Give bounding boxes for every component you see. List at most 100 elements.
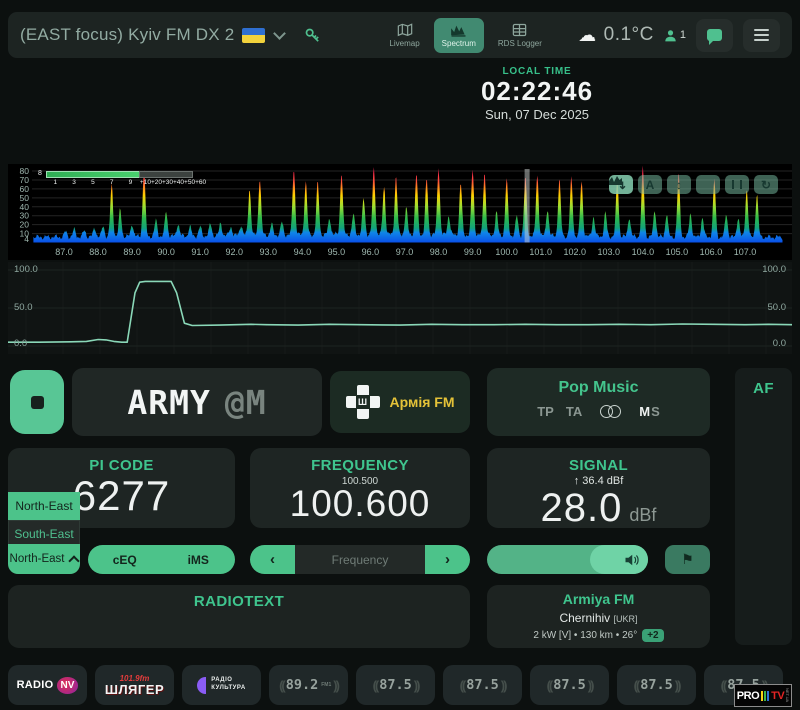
station-button-kultura[interactable]: РАДІОКУЛЬТУРА <box>182 665 261 705</box>
cloud-icon: ☁ <box>578 26 597 44</box>
chat-icon <box>707 29 722 41</box>
svg-text:104.0: 104.0 <box>632 247 655 257</box>
refresh-icon: ↻ <box>761 179 771 191</box>
frequency-value: 100.600 <box>250 485 470 524</box>
nav-rds-logger[interactable]: RDS Logger <box>490 18 550 53</box>
svg-text:101.0: 101.0 <box>529 247 552 257</box>
station-button-89-2[interactable]: ((89.2FM1)) <box>269 665 348 705</box>
flag-icon: ⚑ <box>681 551 694 568</box>
radio-nv-logo: RADIONV <box>17 677 79 694</box>
signal-unit: dBf <box>629 505 656 526</box>
pause-button[interactable] <box>725 175 749 194</box>
ta-flag: TA <box>566 404 582 419</box>
radiotext-panel: RADIOTEXT <box>8 585 470 648</box>
signal-axis-label: 100.0 <box>762 264 786 275</box>
nav-livemap-label: Livemap <box>389 39 419 48</box>
shlyager-logo: 101.9fmШЛЯГЕР <box>105 675 164 696</box>
signal-scale-legend: 8 13579+10+20+30+40+50+60 <box>38 171 194 186</box>
auto-range-button[interactable]: A <box>638 175 662 194</box>
refresh-button[interactable]: ↻ <box>754 175 778 194</box>
server-title[interactable]: (EAST focus) Kyiv FM DX 2 <box>20 25 234 45</box>
scale-green-bar <box>46 171 139 178</box>
spectrum-hold-button[interactable] <box>696 175 720 194</box>
top-right-group: ☁ 0.1°C 1 <box>578 19 780 52</box>
admin-key-button[interactable] <box>304 27 321 44</box>
volume-thumb[interactable] <box>590 545 648 574</box>
army-fm-emblem-icon: Ш <box>346 385 380 419</box>
station-info-panel: Armiya FM Chernihiv [UKR] 2 kW [V] • 130… <box>487 585 710 648</box>
chat-button[interactable] <box>696 19 733 52</box>
svg-text:88.0: 88.0 <box>89 247 107 257</box>
radio-kultura-logo: РАДІОКУЛЬТУРА <box>197 677 245 694</box>
station-button-87-5-d[interactable]: ((87.5)) <box>617 665 696 705</box>
menu-button[interactable] <box>743 19 780 52</box>
speaker-icon <box>624 553 639 567</box>
top-bar: (EAST focus) Kyiv FM DX 2 Livemap Spectr… <box>8 12 792 58</box>
svg-text:93.0: 93.0 <box>260 247 278 257</box>
station-button-87-5-b[interactable]: ((87.5)) <box>443 665 522 705</box>
report-flag-button[interactable]: ⚑ <box>665 545 710 574</box>
ms-flag-m: M <box>639 404 650 419</box>
pty-text: Pop Music <box>487 379 710 397</box>
eq-ims-toggle: cEQ iMS <box>88 545 235 574</box>
nav-rds-logger-label: RDS Logger <box>498 39 542 48</box>
stop-icon <box>31 396 44 409</box>
svg-text:105.0: 105.0 <box>666 247 689 257</box>
chevron-down-icon[interactable] <box>274 27 287 40</box>
ps-extra-text: @M <box>225 383 267 422</box>
local-clock: LOCAL TIME 02:22:46 Sun, 07 Dec 2025 <box>481 66 593 122</box>
frequency-logo: ((89.2FM1)) <box>279 677 338 693</box>
spectrum-graph[interactable]: 8070605040302010487.088.089.090.091.092.… <box>8 164 792 260</box>
antenna-select-button[interactable]: North-East <box>8 544 80 574</box>
radiotext-label: RADIOTEXT <box>8 593 470 610</box>
listener-count: 1 <box>680 29 686 41</box>
station-country: [UKR] <box>614 614 638 624</box>
nav-spectrum[interactable]: Spectrum <box>434 18 484 53</box>
tune-down-button[interactable]: ‹ <box>250 545 295 574</box>
ps-text: ARMY <box>127 383 210 422</box>
scale-grey-bar <box>139 171 193 178</box>
svg-text:90.0: 90.0 <box>157 247 175 257</box>
station-button-radio-nv[interactable]: RADIONV <box>8 665 87 705</box>
nav-livemap[interactable]: Livemap <box>381 18 427 53</box>
frequency-input[interactable]: Frequency <box>295 545 425 574</box>
signal-label: SIGNAL <box>487 457 710 474</box>
station-logo-label: Армія FM <box>390 394 455 410</box>
antenna-option-north-east[interactable]: North-East <box>8 492 80 520</box>
svg-text:91.0: 91.0 <box>191 247 209 257</box>
record-button[interactable] <box>10 370 64 434</box>
tx-count-badge[interactable]: +2 <box>642 629 663 642</box>
ims-button[interactable]: iMS <box>162 545 236 574</box>
svg-text:97.0: 97.0 <box>396 247 414 257</box>
protv-watermark: PRO TV NET.UA <box>734 684 792 707</box>
station-location: Chernihiv [UKR] <box>487 611 710 625</box>
signal-axis-label: 100.0 <box>14 264 38 275</box>
svg-text:96.0: 96.0 <box>362 247 380 257</box>
key-icon <box>304 27 321 44</box>
svg-text:103.0: 103.0 <box>598 247 621 257</box>
volume-slider[interactable] <box>487 545 648 574</box>
signal-axis-label: 50.0 <box>14 302 33 313</box>
station-button-87-5-c[interactable]: ((87.5)) <box>530 665 609 705</box>
af-panel: AF <box>735 368 792 645</box>
station-button-87-5-a[interactable]: ((87.5)) <box>356 665 435 705</box>
station-logo-panel[interactable]: Ш Армія FM <box>330 371 470 433</box>
tune-up-button[interactable]: › <box>425 545 470 574</box>
eq-button[interactable]: cEQ <box>88 545 162 574</box>
table-icon <box>512 23 527 37</box>
ukraine-flag-icon <box>242 28 265 43</box>
frequency-logo: ((87.5)) <box>460 677 506 693</box>
svg-text:107.0: 107.0 <box>734 247 757 257</box>
fit-vertical-button[interactable]: ↕ <box>667 175 691 194</box>
spectrum-toolbar: ↴ A ↕ ↻ <box>609 175 778 194</box>
frequency-label: FREQUENCY <box>250 457 470 474</box>
svg-text:95.0: 95.0 <box>328 247 346 257</box>
spectrum-icon <box>450 23 467 37</box>
temperature-value: 0.1°C <box>604 24 654 46</box>
station-button-shlyager[interactable]: 101.9fmШЛЯГЕР <box>95 665 174 705</box>
fm-dx-webserver: (EAST focus) Kyiv FM DX 2 Livemap Spectr… <box>0 0 800 710</box>
svg-text:94.0: 94.0 <box>294 247 312 257</box>
antenna-dropdown-list: North-East South-East <box>8 492 80 548</box>
chevron-up-icon <box>69 555 80 566</box>
svg-text:89.0: 89.0 <box>123 247 141 257</box>
